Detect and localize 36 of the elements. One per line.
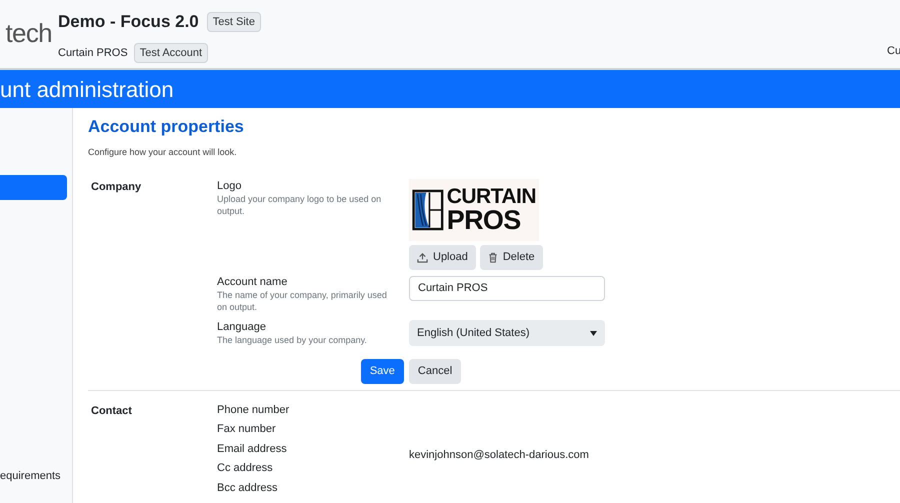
group-label: Company <box>91 180 142 195</box>
account-name: Curtain PROS <box>58 46 128 60</box>
group-label: Contact <box>91 404 133 419</box>
field-label: Bcc address <box>217 480 279 495</box>
sidebar-item[interactable] <box>0 175 67 200</box>
caret-icon <box>590 330 597 336</box>
site-badge: Test Site <box>206 12 261 32</box>
language-dropdown[interactable]: English (United States) <box>409 320 605 346</box>
logo-text: PROS <box>446 207 522 234</box>
field-label: Account name <box>217 275 288 289</box>
sidebar-item[interactable]: equirements <box>0 464 67 489</box>
save-button[interactable]: Save <box>360 359 404 384</box>
section-heading: Account properties <box>88 116 245 138</box>
trash-icon <box>488 252 498 263</box>
field-label: Phone number <box>217 403 290 417</box>
logo-text: CURTAIN <box>446 186 536 207</box>
user-menu[interactable]: Cu <box>887 43 900 60</box>
site-title: Demo - Focus 2.0 <box>58 11 199 33</box>
field-value: kevinjohnson@solatech-darious.com <box>409 448 589 461</box>
upload-button[interactable]: Upload <box>409 245 476 270</box>
text-field[interactable]: Curtain PROS <box>409 276 605 300</box>
upload-icon <box>417 252 428 263</box>
field-help-text: The name of your company, primarily used on output. <box>217 289 388 313</box>
field-label: Cc address <box>217 461 274 476</box>
field-help-text: The language used by your company. <box>217 334 368 346</box>
cancel-button[interactable]: Cancel <box>408 359 462 384</box>
field-label: Email address <box>217 442 288 456</box>
delete-button[interactable]: Delete <box>480 245 543 270</box>
field-help-text: Upload your company logo to be used on output. <box>217 193 382 217</box>
account-badge: Test Account <box>134 42 208 63</box>
brand-logo-text: tech <box>5 20 52 46</box>
field-label: Fax number <box>217 422 277 436</box>
field-label: Language <box>217 320 267 334</box>
page-title: unt administration <box>0 76 174 104</box>
section-subtitle: Configure how your account will look. <box>88 146 238 159</box>
field-label: Logo <box>217 179 242 193</box>
